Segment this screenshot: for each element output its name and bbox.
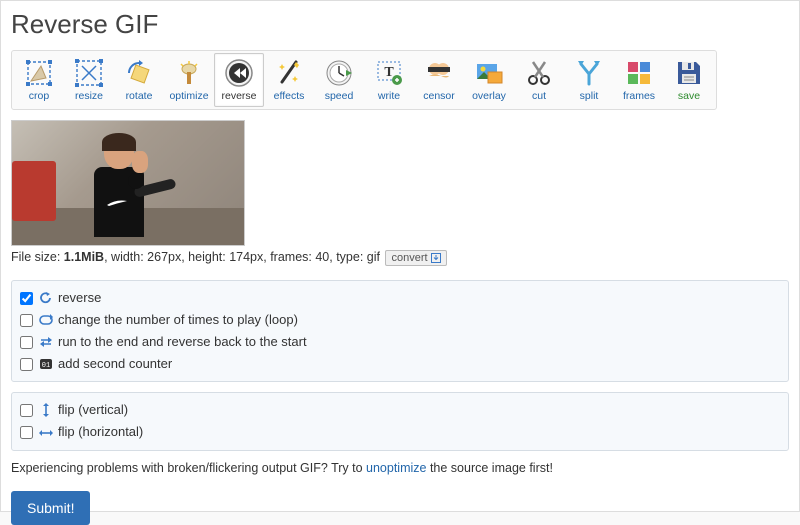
height-value: 174px — [229, 250, 263, 264]
frames-label: , frames: — [263, 250, 315, 264]
option-label: flip (horizontal) — [58, 421, 143, 443]
boomerang-option-icon — [38, 335, 53, 350]
tool-censor[interactable]: censor — [414, 53, 464, 107]
flip-vertical-icon — [38, 403, 53, 418]
option-counter: 01 add second counter — [20, 353, 780, 375]
option-boomerang: run to the end and reverse back to the s… — [20, 331, 780, 353]
counter-option-icon: 01 — [38, 357, 53, 372]
option-loop: change the number of times to play (loop… — [20, 309, 780, 331]
gif-preview — [11, 120, 245, 246]
tool-label: resize — [75, 90, 103, 102]
save-icon — [674, 58, 704, 88]
hint-text: Experiencing problems with broken/flicke… — [11, 461, 789, 475]
type-value: gif — [367, 250, 380, 264]
option-label: add second counter — [58, 353, 172, 375]
optimize-icon — [174, 58, 204, 88]
frames-value: 40 — [315, 250, 329, 264]
option-label: flip (vertical) — [58, 399, 128, 421]
tool-label: frames — [623, 90, 655, 102]
size-value: 1.1MiB — [64, 250, 104, 264]
frames-icon — [624, 58, 654, 88]
tool-reverse[interactable]: reverse — [214, 53, 264, 107]
loop-option-icon — [38, 313, 53, 328]
toolbar: crop resize rotate optimize reverse — [11, 50, 717, 110]
flip-horizontal-icon — [38, 425, 53, 440]
checkbox-reverse[interactable] — [20, 292, 33, 305]
tool-split[interactable]: split — [564, 53, 614, 107]
split-icon — [574, 58, 604, 88]
tool-label: overlay — [472, 90, 506, 102]
width-label: , width: — [104, 250, 147, 264]
option-label: reverse — [58, 287, 101, 309]
effects-icon — [274, 58, 304, 88]
tool-label: optimize — [169, 90, 208, 102]
tool-resize[interactable]: resize — [64, 53, 114, 107]
svg-text:01: 01 — [41, 362, 49, 370]
tool-label: crop — [29, 90, 49, 102]
cut-icon — [524, 58, 554, 88]
tool-label: censor — [423, 90, 455, 102]
option-reverse: reverse — [20, 287, 780, 309]
tool-frames[interactable]: frames — [614, 53, 664, 107]
page-title: Reverse GIF — [11, 9, 789, 40]
tool-label: write — [378, 90, 400, 102]
reverse-option-icon — [38, 291, 53, 306]
tool-optimize[interactable]: optimize — [164, 53, 214, 107]
download-icon — [431, 253, 441, 263]
option-label: run to the end and reverse back to the s… — [58, 331, 307, 353]
options-main: reverse change the number of times to pl… — [11, 280, 789, 382]
rotate-icon — [124, 58, 154, 88]
tool-label: split — [580, 90, 599, 102]
tool-rotate[interactable]: rotate — [114, 53, 164, 107]
convert-label: convert — [391, 252, 427, 264]
width-value: 267px — [147, 250, 181, 264]
tool-write[interactable]: T write — [364, 53, 414, 107]
tool-crop[interactable]: crop — [14, 53, 64, 107]
reverse-icon — [224, 58, 254, 88]
write-icon: T — [374, 58, 404, 88]
file-info: File size: 1.1MiB, width: 267px, height:… — [11, 250, 789, 266]
option-label: change the number of times to play (loop… — [58, 309, 298, 331]
submit-button[interactable]: Submit! — [11, 491, 90, 525]
option-flip-horizontal: flip (horizontal) — [20, 421, 780, 443]
tool-label: save — [678, 90, 700, 102]
tool-effects[interactable]: effects — [264, 53, 314, 107]
checkbox-counter[interactable] — [20, 358, 33, 371]
convert-button[interactable]: convert — [385, 250, 446, 266]
tool-label: rotate — [126, 90, 153, 102]
tool-overlay[interactable]: overlay — [464, 53, 514, 107]
option-flip-vertical: flip (vertical) — [20, 399, 780, 421]
tool-label: speed — [325, 90, 354, 102]
tool-label: effects — [274, 90, 305, 102]
hint-after: the source image first! — [426, 461, 552, 475]
unoptimize-link[interactable]: unoptimize — [366, 461, 426, 475]
height-label: , height: — [181, 250, 229, 264]
checkbox-flip-horizontal[interactable] — [20, 426, 33, 439]
page-container: Reverse GIF crop resize rotate optimize — [0, 0, 800, 512]
tool-label: cut — [532, 90, 546, 102]
tool-label: reverse — [221, 90, 256, 102]
tool-cut[interactable]: cut — [514, 53, 564, 107]
crop-icon — [24, 58, 54, 88]
tool-save[interactable]: save — [664, 53, 714, 107]
overlay-icon — [474, 58, 504, 88]
checkbox-loop[interactable] — [20, 314, 33, 327]
censor-icon — [424, 58, 454, 88]
options-flip: flip (vertical) flip (horizontal) — [11, 392, 789, 450]
type-label: , type: — [329, 250, 367, 264]
speed-icon — [324, 58, 354, 88]
checkbox-boomerang[interactable] — [20, 336, 33, 349]
tool-speed[interactable]: speed — [314, 53, 364, 107]
size-label: File size: — [11, 250, 64, 264]
hint-before: Experiencing problems with broken/flicke… — [11, 461, 366, 475]
checkbox-flip-vertical[interactable] — [20, 404, 33, 417]
resize-icon — [74, 58, 104, 88]
